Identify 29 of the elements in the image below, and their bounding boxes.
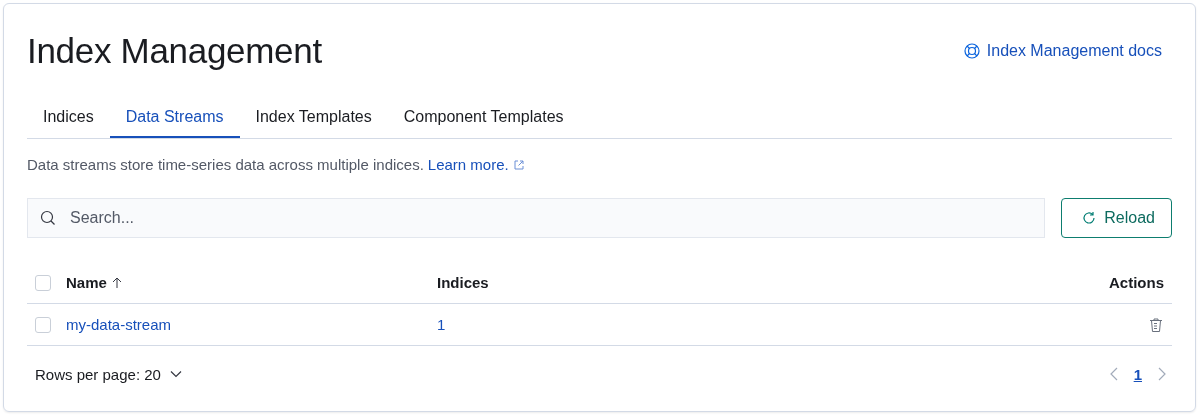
next-page-icon <box>1158 367 1166 381</box>
docs-link[interactable]: Index Management docs <box>963 42 1162 60</box>
reload-button[interactable]: Reload <box>1061 198 1172 238</box>
description-text: Data streams store time-series data across multiple indices. Learn more. <box>27 156 1172 173</box>
sort-arrow-icon <box>111 276 122 289</box>
tab[interactable]: Data Streams <box>109 98 240 138</box>
learn-more-link[interactable]: Learn more. <box>427 156 509 173</box>
lifebuoy-icon <box>963 43 980 59</box>
column-header[interactable]: Name <box>66 274 107 291</box>
previous-page-icon <box>1109 367 1118 381</box>
search-input[interactable]: Search... <box>68 208 1045 228</box>
column-header[interactable]: Indices <box>437 273 489 291</box>
data-stream-link[interactable]: my-data-stream <box>66 316 172 333</box>
chevron-down-icon <box>169 370 182 378</box>
indices-link[interactable]: 1 <box>437 315 446 333</box>
page-button[interactable]: 1 <box>1129 365 1146 383</box>
tab[interactable]: Index Templates <box>239 98 388 138</box>
search-icon <box>40 210 56 226</box>
external-link-icon <box>513 159 524 170</box>
column-header[interactable]: Actions <box>1109 274 1164 291</box>
trash-icon[interactable] <box>1148 316 1164 333</box>
checkbox[interactable] <box>35 316 51 333</box>
refresh-icon <box>1082 211 1097 225</box>
page-title: Index Management <box>27 31 322 71</box>
tab[interactable]: Indices <box>27 98 110 138</box>
rows-per-page-button[interactable]: Rows per page: 20 <box>27 365 190 383</box>
tab[interactable]: Component Templates <box>387 98 580 138</box>
checkbox[interactable] <box>35 274 51 291</box>
search-field[interactable]: Search... <box>27 198 1046 238</box>
